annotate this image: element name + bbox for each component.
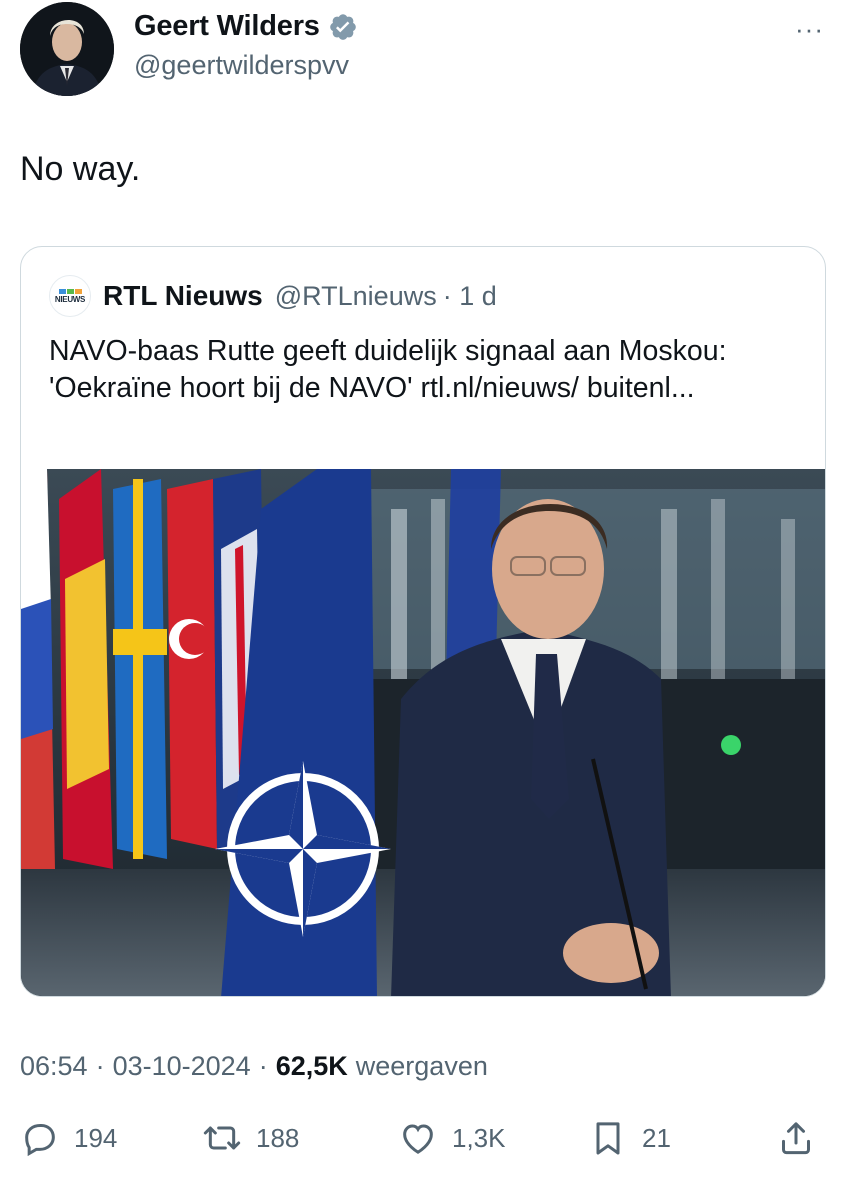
meta-separator: ·	[95, 1051, 105, 1081]
meta-separator: ·	[258, 1051, 268, 1081]
quoted-avatar[interactable]: NIEUWS	[49, 275, 91, 317]
quoted-avatar-label: NIEUWS	[54, 294, 86, 304]
repost-icon	[203, 1126, 241, 1150]
quoted-tweet-text: NAVO-baas Rutte geeft duidelijk signaal …	[49, 335, 727, 404]
bookmark-icon	[596, 1122, 620, 1155]
verified-badge-icon[interactable]	[328, 12, 358, 42]
quoted-author-handle[interactable]: @RTLnieuws	[275, 281, 437, 312]
tweet-meta: 06:54 · 03-10-2024 · 62,5K weergaven	[20, 1051, 488, 1082]
reply-icon	[25, 1124, 55, 1157]
quoted-author-name[interactable]: RTL Nieuws	[103, 280, 263, 312]
quoted-time: · 1 d	[442, 280, 497, 311]
quoted-tweet-photo[interactable]	[21, 469, 825, 996]
tweet-date[interactable]: 03-10-2024	[113, 1051, 251, 1082]
share-icon	[782, 1122, 810, 1155]
press-conference-image	[21, 469, 825, 996]
views-label: weergaven	[355, 1051, 488, 1081]
views-count[interactable]: 62,5K	[276, 1051, 348, 1082]
author-avatar[interactable]	[20, 2, 114, 96]
action-bar: 194 188 1,3K 21	[20, 1118, 826, 1168]
bookmark-button[interactable]: 21	[588, 1118, 671, 1158]
like-button[interactable]: 1,3K	[398, 1118, 506, 1158]
author-handle[interactable]: @geertwilderspvv	[134, 50, 349, 81]
reply-count: 194	[74, 1122, 118, 1153]
repost-button[interactable]: 188	[202, 1118, 299, 1158]
more-options-button[interactable]: ···	[795, 14, 824, 45]
author-name[interactable]: Geert Wilders	[134, 10, 320, 43]
rtl-logo-icon	[58, 288, 82, 294]
heart-icon	[403, 1124, 433, 1154]
quoted-tweet-card[interactable]: NIEUWS RTL Nieuws @RTLnieuws · 1 d NAVO-…	[20, 246, 826, 997]
share-button[interactable]	[776, 1118, 816, 1158]
tweet-time[interactable]: 06:54	[20, 1051, 88, 1082]
author-avatar-image	[20, 2, 114, 96]
like-count: 1,3K	[452, 1122, 506, 1153]
tweet-text: No way.	[20, 150, 141, 188]
repost-count: 188	[256, 1122, 300, 1153]
bookmark-count: 21	[642, 1122, 671, 1153]
reply-button[interactable]: 194	[20, 1118, 117, 1158]
